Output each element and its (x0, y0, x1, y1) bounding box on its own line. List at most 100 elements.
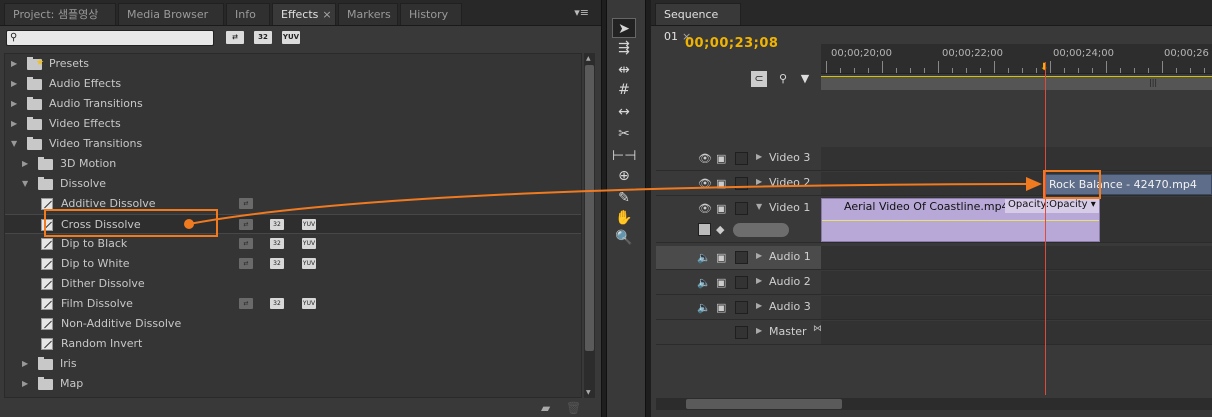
expand-triangle-icon[interactable]: ▶ (11, 74, 21, 94)
expand-triangle-open-icon[interactable]: ▼ (22, 174, 32, 194)
hand-tool-icon[interactable]: ✋ (612, 208, 636, 228)
ripple-edit-tool-icon[interactable]: ⇹ (612, 60, 636, 80)
panel-menu-icon[interactable]: ▾≡ (574, 6, 589, 19)
tree-item-dip-to-white[interactable]: Dip to White ⇄ 32 YUV (5, 254, 581, 274)
tab-info[interactable]: Info (226, 3, 270, 25)
keyframe-diamond-icon[interactable]: ◆ (716, 223, 724, 236)
tree-item-video-transitions[interactable]: ▼ Video Transitions (5, 134, 581, 154)
lock-track-toggle[interactable] (735, 202, 748, 215)
scroll-up-icon[interactable]: ▲ (586, 55, 591, 62)
set-marker-icon[interactable]: ⚲ (775, 71, 791, 87)
expand-triangle-icon[interactable]: ▶ (11, 94, 21, 114)
playhead[interactable] (1045, 62, 1046, 395)
tab-sequence-01[interactable]: Sequence 01 × (655, 3, 741, 43)
rate-stretch-tool-icon[interactable]: ↔ (612, 102, 636, 122)
tree-item-audio-transitions[interactable]: ▶ Audio Transitions (5, 94, 581, 114)
scrollbar-thumb[interactable] (686, 399, 842, 409)
toggle-track-output-eye-icon[interactable]: 👁 (698, 202, 712, 215)
track-header-audio-1[interactable]: 🔈 ▣ ▶ Audio 1 (656, 246, 821, 270)
track-select-tool-icon[interactable]: ⇶ (612, 38, 636, 58)
track-header-video-2[interactable]: 👁 ▣ ▶ Video 2 (656, 172, 821, 196)
collapse-expand-track-icon[interactable]: ▶ (756, 251, 762, 260)
search-input[interactable]: ⚲ (6, 30, 214, 46)
sync-lock-icon[interactable]: ▣ (716, 276, 726, 289)
lock-track-toggle[interactable] (735, 326, 748, 339)
pen-tool-icon[interactable]: ✎ (612, 188, 636, 208)
work-area-bar[interactable]: ||| (821, 76, 1212, 90)
tree-item-dither-dissolve[interactable]: Dither Dissolve (5, 274, 581, 294)
tree-item-random-invert[interactable]: Random Invert (5, 334, 581, 354)
tree-item-3d-motion[interactable]: ▶ 3D Motion (5, 154, 581, 174)
tree-item-dip-to-black[interactable]: Dip to Black ⇄ 32 YUV (5, 234, 581, 254)
opacity-rubber-band[interactable] (822, 220, 1099, 221)
new-bin-icon[interactable]: ▰ (541, 401, 550, 415)
sync-lock-icon[interactable]: ▣ (716, 202, 726, 215)
tree-item-presets[interactable]: ▶ Presets (5, 53, 581, 74)
tree-item-additive-dissolve[interactable]: Additive Dissolve ⇄ (5, 194, 581, 214)
time-ruler[interactable]: 00;00;20;00 00;00;22;00 00;00;24;00 00;0… (821, 44, 1212, 74)
expand-triangle-icon[interactable]: ▶ (22, 154, 32, 174)
toggle-track-output-eye-icon[interactable]: 👁 (698, 152, 712, 165)
lock-track-toggle[interactable] (735, 152, 748, 165)
slip-tool-icon[interactable]: ⊢⊣ (612, 146, 636, 166)
tree-item-cross-dissolve[interactable]: Cross Dissolve ⇄ 32 YUV (5, 214, 581, 234)
slide-tool-icon[interactable]: ⊕ (612, 166, 636, 186)
track-area-audio-2[interactable] (821, 271, 1212, 295)
scroll-down-icon[interactable]: ▼ (586, 389, 591, 396)
tab-media-browser[interactable]: Media Browser (118, 3, 224, 25)
collapse-expand-track-icon[interactable]: ▶ (756, 326, 762, 335)
track-area-master[interactable] (821, 321, 1212, 345)
snap-icon[interactable]: ⊂ (751, 71, 767, 87)
track-header-video-3[interactable]: 👁 ▣ ▶ Video 3 (656, 147, 821, 171)
close-icon[interactable]: × (322, 8, 331, 21)
tree-item-film-dissolve[interactable]: Film Dissolve ⇄ 32 YUV (5, 294, 581, 314)
track-header-audio-2[interactable]: 🔈 ▣ ▶ Audio 2 (656, 271, 821, 295)
sync-lock-icon[interactable]: ▣ (716, 251, 726, 264)
sync-lock-icon[interactable]: ▣ (716, 301, 726, 314)
collapse-expand-track-icon[interactable]: ▶ (756, 276, 762, 285)
expand-triangle-icon[interactable]: ▶ (11, 54, 21, 74)
lock-track-toggle[interactable] (735, 276, 748, 289)
32bit-effects-filter-button[interactable]: 32 (254, 31, 272, 44)
sync-lock-icon[interactable]: ▣ (716, 152, 726, 165)
expand-triangle-icon[interactable]: ▶ (11, 114, 21, 134)
effects-scrollbar[interactable]: ▲ ▼ (584, 53, 595, 398)
razor-tool-icon[interactable]: ✂ (612, 124, 636, 144)
yuv-effects-filter-button[interactable]: YUV (282, 31, 300, 44)
accelerated-effects-filter-button[interactable]: ⇄ (226, 31, 244, 44)
tree-item-iris[interactable]: ▶ Iris (5, 354, 581, 374)
speaker-icon[interactable]: 🔈 (697, 251, 711, 264)
track-header-master[interactable]: ▶ Master ⋈ (656, 321, 822, 345)
tree-item-map[interactable]: ▶ Map (5, 374, 581, 394)
tree-item-non-additive-dissolve[interactable]: Non-Additive Dissolve (5, 314, 581, 334)
delete-icon[interactable]: 🗑 (566, 401, 581, 415)
grip-icon[interactable]: ||| (1149, 78, 1157, 87)
expand-triangle-icon[interactable]: ▶ (22, 374, 32, 394)
display-style-icon[interactable] (698, 223, 711, 236)
timeline-scrollbar[interactable] (656, 398, 1212, 410)
collapse-expand-track-icon[interactable]: ▶ (756, 177, 762, 186)
opacity-dropdown[interactable]: Opacity:Opacity ▾ (1005, 199, 1099, 213)
speaker-icon[interactable]: 🔈 (697, 276, 711, 289)
track-header-audio-3[interactable]: 🔈 ▣ ▶ Audio 3 (656, 296, 821, 320)
tab-history[interactable]: History (400, 3, 462, 25)
lock-track-toggle[interactable] (735, 301, 748, 314)
scrollbar-thumb[interactable] (585, 65, 594, 351)
speaker-icon[interactable]: 🔈 (697, 301, 711, 314)
tab-effects[interactable]: Effects × (272, 3, 336, 25)
clip-aerial-coastline[interactable]: Aerial Video Of Coastline.mp4 Opacity:Op… (821, 198, 1100, 242)
toggle-track-output-eye-icon[interactable]: 👁 (698, 177, 712, 190)
track-area-audio-3[interactable] (821, 296, 1212, 320)
tab-project[interactable]: Project: 샘플영상 (4, 3, 116, 25)
track-area-audio-1[interactable] (821, 246, 1212, 270)
collapse-expand-track-icon[interactable]: ▶ (756, 152, 762, 161)
collapse-expand-track-icon[interactable]: ▼ (756, 202, 762, 211)
expand-triangle-open-icon[interactable]: ▼ (11, 134, 21, 154)
lock-track-toggle[interactable] (735, 177, 748, 190)
tree-item-dissolve[interactable]: ▼ Dissolve (5, 174, 581, 194)
timecode-display[interactable]: 00;00;23;08 (685, 36, 778, 51)
lock-track-toggle[interactable] (735, 251, 748, 264)
clip-rock-balance[interactable]: Rock Balance - 42470.mp4 (1044, 174, 1212, 195)
tree-item-audio-effects[interactable]: ▶ Audio Effects (5, 74, 581, 94)
expand-triangle-icon[interactable]: ▶ (22, 354, 32, 374)
